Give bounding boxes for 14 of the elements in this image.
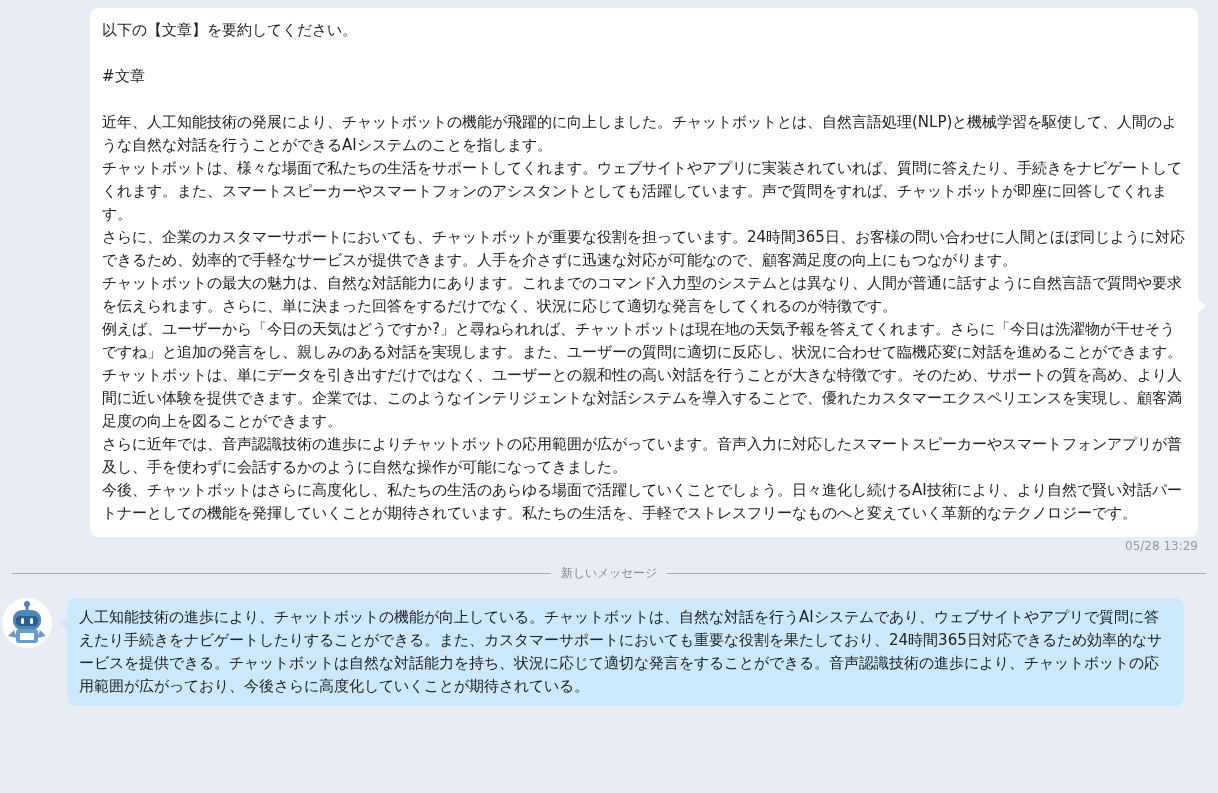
message-paragraph: さらに近年では、音声認識技術の進歩によりチャットボットの応用範囲が広がっています。音声入力に対応したスマートスピーカーやスマートフォンアプリが普及し、手を使わずに会話するかのように自然な操作が可能になってきました。 — [102, 434, 1183, 478]
message-paragraph: 近年、人工知能技術の発展により、チャットボットの機能が飛躍的に向上しました。チャットボットとは、自然言語処理(NLP)と機械学習を駆使して、人間のような自然な対話を行うことができるAIシステムのことを指します。 — [102, 112, 1179, 156]
message-paragraph: さらに、企業のカスタマーサポートにおいても、チャットボットが重要な役割を担っています。24時間365日、お客様の問い合わせに人間とほぼ同じように対応できるため、効率的で手軽なサービスが提供できます。人手を介さずに迅速な対応が可能なので、顧客満足度の向上にもつながります。 — [102, 227, 1186, 271]
message-timestamp: 05/28 13:29 — [1124, 539, 1198, 555]
new-messages-label: 新しいメッセージ — [561, 565, 657, 582]
message-paragraph: チャットボットは、様々な場面で私たちの生活をサポートしてくれます。ウェブサイトやアプリに実装されていれば、質問に答えたり、手続きをナビゲートしてくれます。また、スマートスピーカーやスマートフォンのアシスタントとしても活躍しています。声で質問をすれば、チャットボットが即座に回答してくれます。 — [102, 158, 1183, 225]
message-text: #文章 — [102, 66, 146, 87]
message-text: 以下の【文章】を要約してください。 — [102, 20, 358, 41]
message-paragraph: 例えば、ユーザーから「今日の天気はどうですか?」と尋ねられれば、チャットボットは現在地の天気予報を答えてくれます。さらに「今日は洗濯物が干せそうですね」と追加の発言をし、親しみのある対話を実現します。また、ユーザーの質問に適切に反応し、状況に合わせて臨機応変に対話を進めることができます。 — [102, 319, 1183, 363]
message-paragraph: チャットボットの最大の魅力は、自然な対話能力にあります。これまでのコマンド入力型のシステムとは異なり、人間が普通に話すように自然言語で質問や要求を伝えられます。さらに、単に決まった回答をするだけでなく、状況に応じて適切な発言をしてくれるのが特徴です。 — [102, 273, 1183, 317]
message-text: 人工知能技術の進歩により、チャットボットの機能が向上している。チャットボットは、自然な対話を行うAIシステムであり、ウェブサイトやアプリで質問に答えたり手続きをナビゲートしたりすることができる。また、カスタマーサポートにおいても重要な役割を果たしており、24時間365日対応できるため効率的なサービスを提供できる。チャットボットは自然な対話能力を持ち、状況に応じて適切な発言をすることができる。音声認識技術の進歩により、チャットボットの応用範囲が広がっており、今後さらに高度化していくことが期待されている。 — [79, 607, 1163, 697]
message-paragraph: 今後、チャットボットはさらに高度化し、私たちの生活のあらゆる場面で活躍していくことでしょう。日々進化し続けるAI技術により、より自然で賢い対話パートナーとしての機能を発揮していくことが期待されています。私たちの生活を、手軽でストレスフリーなものへと変えていく革新的なテクノロジーです。 — [102, 480, 1183, 524]
message-paragraph: チャットボットは、単にデータを引き出すだけではなく、ユーザーとの親和性の高い対話を行うことが大きな特徴です。そのため、サポートの質を高め、より人間に近い体験を提供できます。企業では、このようなインテリジェントな対話システムを導入することで、優れたカスタマーエクスペリエンスを実現し、顧客満足度の向上を図ることができます。 — [102, 365, 1183, 432]
robot-avatar-icon — [2, 598, 52, 648]
